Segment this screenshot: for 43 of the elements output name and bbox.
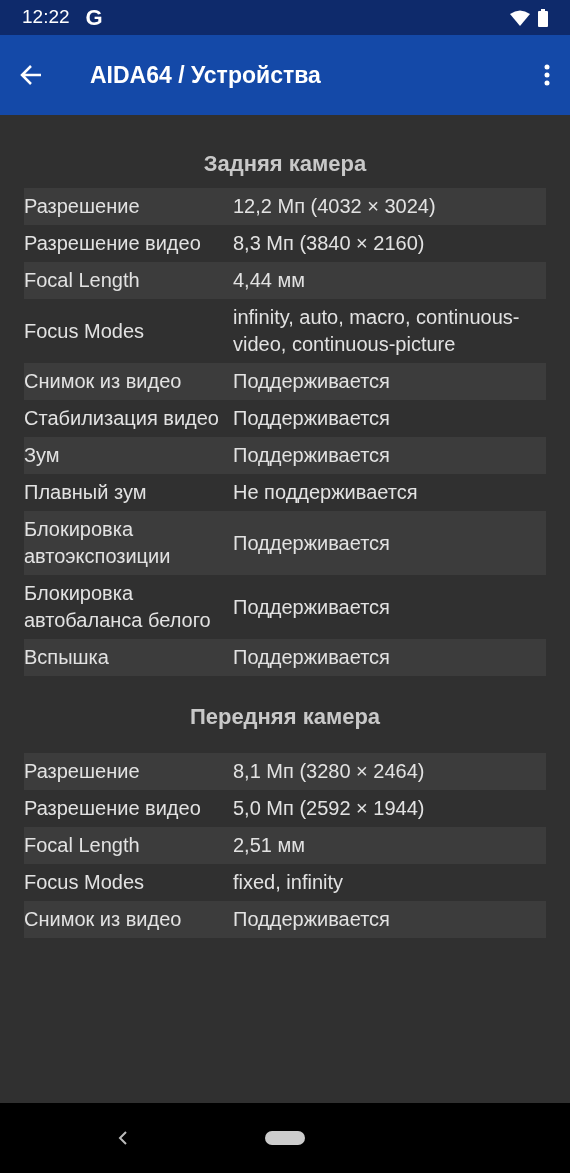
- property-label: Разрешение: [24, 194, 140, 219]
- property-value: fixed, infinity: [233, 870, 344, 895]
- notification-letter: G: [85, 4, 103, 32]
- property-label: Focus Modes: [24, 870, 145, 895]
- property-value: infinity, auto, macro, continuous-video, continuous-picture: [233, 305, 521, 357]
- property-label: Вспышка: [24, 645, 109, 670]
- property-value: 2,51 мм: [233, 833, 305, 858]
- property-label: Зум: [24, 443, 60, 468]
- back-arrow-icon[interactable]: [20, 64, 42, 86]
- property-value: Поддерживается: [233, 594, 390, 620]
- property-value: Поддерживается: [233, 443, 390, 468]
- property-value: 5,0 Мп (2592 × 1944): [233, 796, 425, 821]
- property-value: Поддерживается: [233, 530, 390, 556]
- property-label: Focal Length: [24, 833, 140, 858]
- property-label: Снимок из видео: [24, 907, 182, 932]
- property-label: Блокировка автоэкспозиции: [24, 517, 172, 569]
- wifi-icon: [510, 9, 530, 26]
- more-options-icon[interactable]: [544, 64, 550, 86]
- property-label: Плавный зум: [24, 480, 147, 505]
- property-value: 8,3 Мп (3840 × 2160): [233, 231, 425, 256]
- app-title: AIDA64 / Устройства: [90, 60, 321, 90]
- property-label: Focus Modes: [24, 318, 145, 344]
- property-value: 12,2 Мп (4032 × 3024): [233, 194, 436, 219]
- property-label: Снимок из видео: [24, 369, 182, 394]
- property-value: Поддерживается: [233, 645, 390, 670]
- property-value: Поддерживается: [233, 406, 390, 431]
- battery-icon: [538, 8, 548, 27]
- property-label: Стабилизация видео: [24, 406, 219, 431]
- section-title: Передняя камера: [189, 704, 381, 729]
- property-label: Блокировка автобаланса белого: [24, 581, 212, 633]
- property-value: 8,1 Мп (3280 × 2464): [233, 759, 425, 784]
- property-label: Разрешение видео: [24, 796, 201, 821]
- property-label: Focal Length: [24, 268, 140, 293]
- property-value: 4,44 мм: [233, 268, 305, 293]
- property-value: Не поддерживается: [233, 480, 418, 505]
- property-value: Поддерживается: [233, 369, 390, 394]
- property-value: Поддерживается: [233, 907, 390, 932]
- back-icon[interactable]: [118, 1131, 128, 1145]
- home-pill[interactable]: [265, 1131, 305, 1145]
- property-label: Разрешение видео: [24, 231, 201, 256]
- status-time: 12:22: [22, 5, 70, 30]
- section-title: Задняя камера: [203, 151, 367, 176]
- property-label: Разрешение: [24, 759, 140, 784]
